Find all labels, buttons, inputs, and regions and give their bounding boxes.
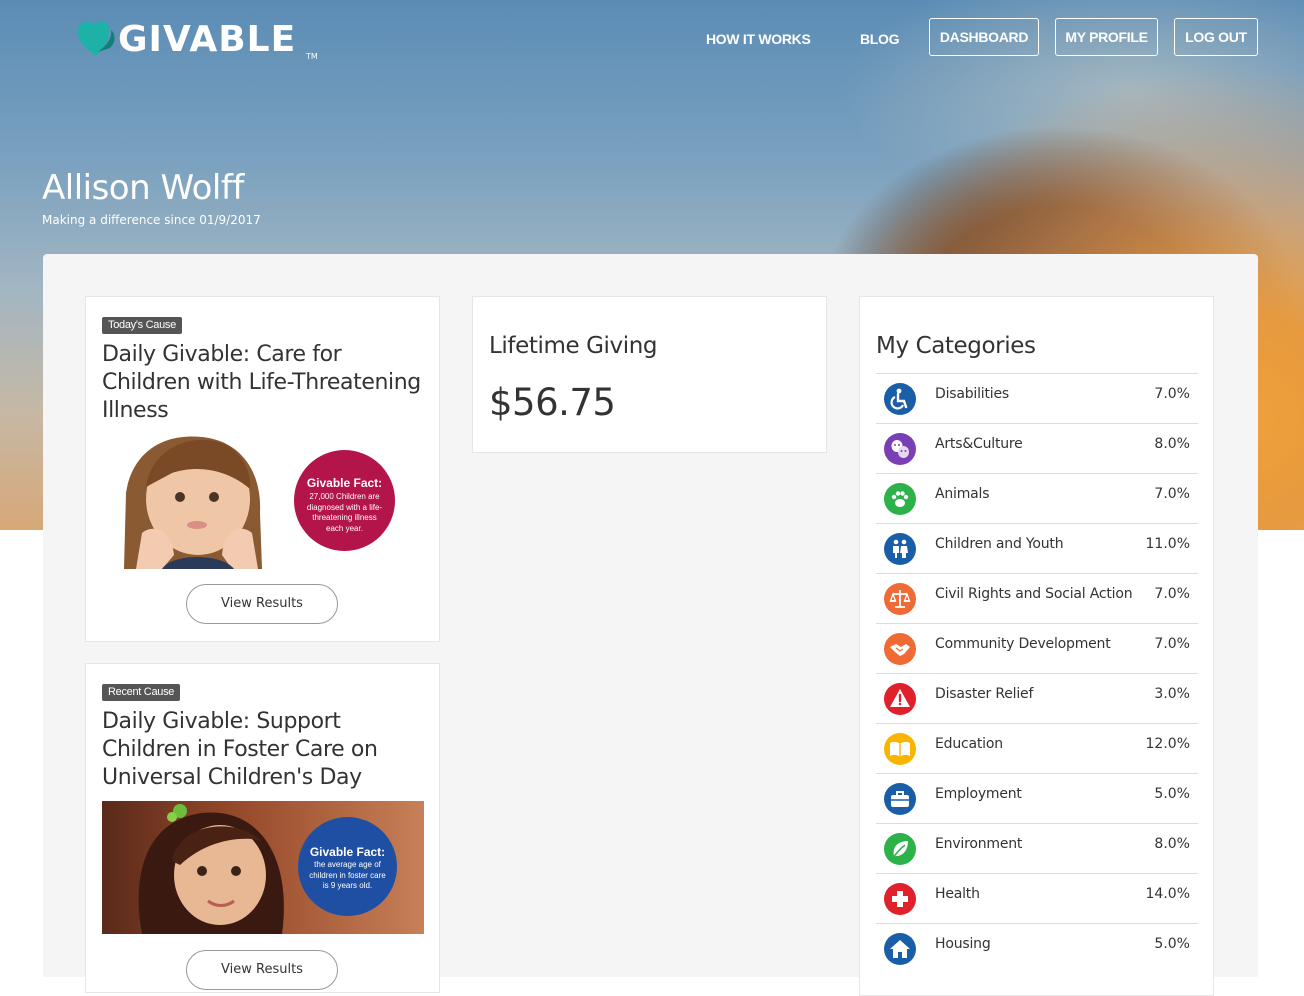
category-percent: 7.0% [1154,386,1190,402]
category-list: Disabilities 7.0% Arts&Culture 8.0% Anim… [876,373,1198,973]
dashboard-panel: Today's Cause Daily Givable: Care for Ch… [43,254,1258,996]
category-row-employment[interactable]: Employment 5.0% [876,773,1198,823]
category-percent: 7.0% [1154,586,1190,602]
member-since: Making a difference since 01/9/2017 [42,213,261,227]
handshake-icon [884,633,916,665]
logo-wordmark: GIVABLE [118,19,297,60]
logo-trademark: TM [306,52,318,61]
briefcase-icon [884,783,916,815]
view-results-button[interactable]: View Results [186,584,338,624]
nav-how-it-works[interactable]: HOW IT WORKS [706,31,811,47]
category-label: Environment [935,836,1023,852]
category-row-education[interactable]: Education 12.0% [876,723,1198,773]
category-label: Animals [935,486,990,502]
category-row-housing[interactable]: Housing 5.0% [876,923,1198,973]
wheelchair-icon [884,383,916,415]
children-icon [884,533,916,565]
category-label: Health [935,886,980,902]
category-percent: 14.0% [1145,886,1190,902]
recent-cause-title[interactable]: Daily Givable: Support Children in Foste… [102,708,432,792]
category-percent: 12.0% [1145,736,1190,752]
category-percent: 7.0% [1154,636,1190,652]
category-label: Education [935,736,1003,752]
my-categories-title: My Categories [876,333,1036,359]
my-categories-card: My Categories Disabilities 7.0% Arts&Cul… [859,296,1214,996]
category-percent: 7.0% [1154,486,1190,502]
fact-body: 27,000 Children are diagnosed with a lif… [306,492,383,533]
user-name: Allison Wolff [42,168,244,208]
todays-cause-card: Today's Cause Daily Givable: Care for Ch… [85,296,440,642]
nav-blog[interactable]: BLOG [860,31,900,47]
lifetime-giving-amount: $56.75 [489,381,616,424]
category-row-environment[interactable]: Environment 8.0% [876,823,1198,873]
category-percent: 8.0% [1154,836,1190,852]
category-label: Disabilities [935,386,1009,402]
warning-icon [884,683,916,715]
category-label: Civil Rights and Social Action [935,586,1133,602]
paw-icon [884,483,916,515]
book-icon [884,733,916,765]
category-percent: 5.0% [1154,936,1190,952]
todays-cause-badge: Today's Cause [102,317,182,334]
category-row-civil-rights[interactable]: Civil Rights and Social Action 7.0% [876,573,1198,623]
dashboard-button[interactable]: DASHBOARD [929,18,1039,56]
lifetime-giving-card: Lifetime Giving $56.75 [472,296,827,453]
category-row-arts-culture[interactable]: Arts&Culture 8.0% [876,423,1198,473]
category-label: Employment [935,786,1022,802]
category-percent: 11.0% [1145,536,1190,552]
my-profile-button[interactable]: MY PROFILE [1055,18,1158,56]
todays-cause-image[interactable]: Givable Fact: 27,000 Children are diagno… [102,433,424,569]
category-percent: 8.0% [1154,436,1190,452]
leaf-icon [884,833,916,865]
category-row-disabilities[interactable]: Disabilities 7.0% [876,373,1198,423]
theater-masks-icon [884,433,916,465]
todays-cause-title[interactable]: Daily Givable: Care for Children with Li… [102,341,422,425]
category-percent: 3.0% [1154,686,1190,702]
givable-logo[interactable]: GIVABLE TM [74,12,334,62]
category-row-health[interactable]: Health 14.0% [876,873,1198,923]
recent-cause-fact: Givable Fact: the average age of childre… [298,817,397,916]
category-percent: 5.0% [1154,786,1190,802]
category-row-community-development[interactable]: Community Development 7.0% [876,623,1198,673]
view-results-button-recent[interactable]: View Results [186,950,338,990]
fact-heading: Givable Fact: [306,476,383,490]
fact-heading: Givable Fact: [309,845,386,859]
recent-cause-image[interactable]: Givable Fact: the average age of childre… [102,801,424,934]
category-row-children-youth[interactable]: Children and Youth 11.0% [876,523,1198,573]
medical-cross-icon [884,883,916,915]
category-label: Children and Youth [935,536,1064,552]
category-label: Housing [935,936,991,952]
category-row-disaster-relief[interactable]: Disaster Relief 3.0% [876,673,1198,723]
category-label: Community Development [935,636,1111,652]
house-icon [884,933,916,965]
heart-logo-icon [77,21,115,56]
log-out-button[interactable]: LOG OUT [1174,18,1258,56]
recent-cause-card: Recent Cause Daily Givable: Support Chil… [85,663,440,993]
category-row-animals[interactable]: Animals 7.0% [876,473,1198,523]
category-label: Arts&Culture [935,436,1023,452]
todays-cause-fact: Givable Fact: 27,000 Children are diagno… [294,450,395,551]
fact-body: the average age of children in foster ca… [309,860,386,890]
category-label: Disaster Relief [935,686,1034,702]
lifetime-giving-title: Lifetime Giving [489,333,658,359]
recent-cause-badge: Recent Cause [102,684,181,701]
scales-icon [884,583,916,615]
